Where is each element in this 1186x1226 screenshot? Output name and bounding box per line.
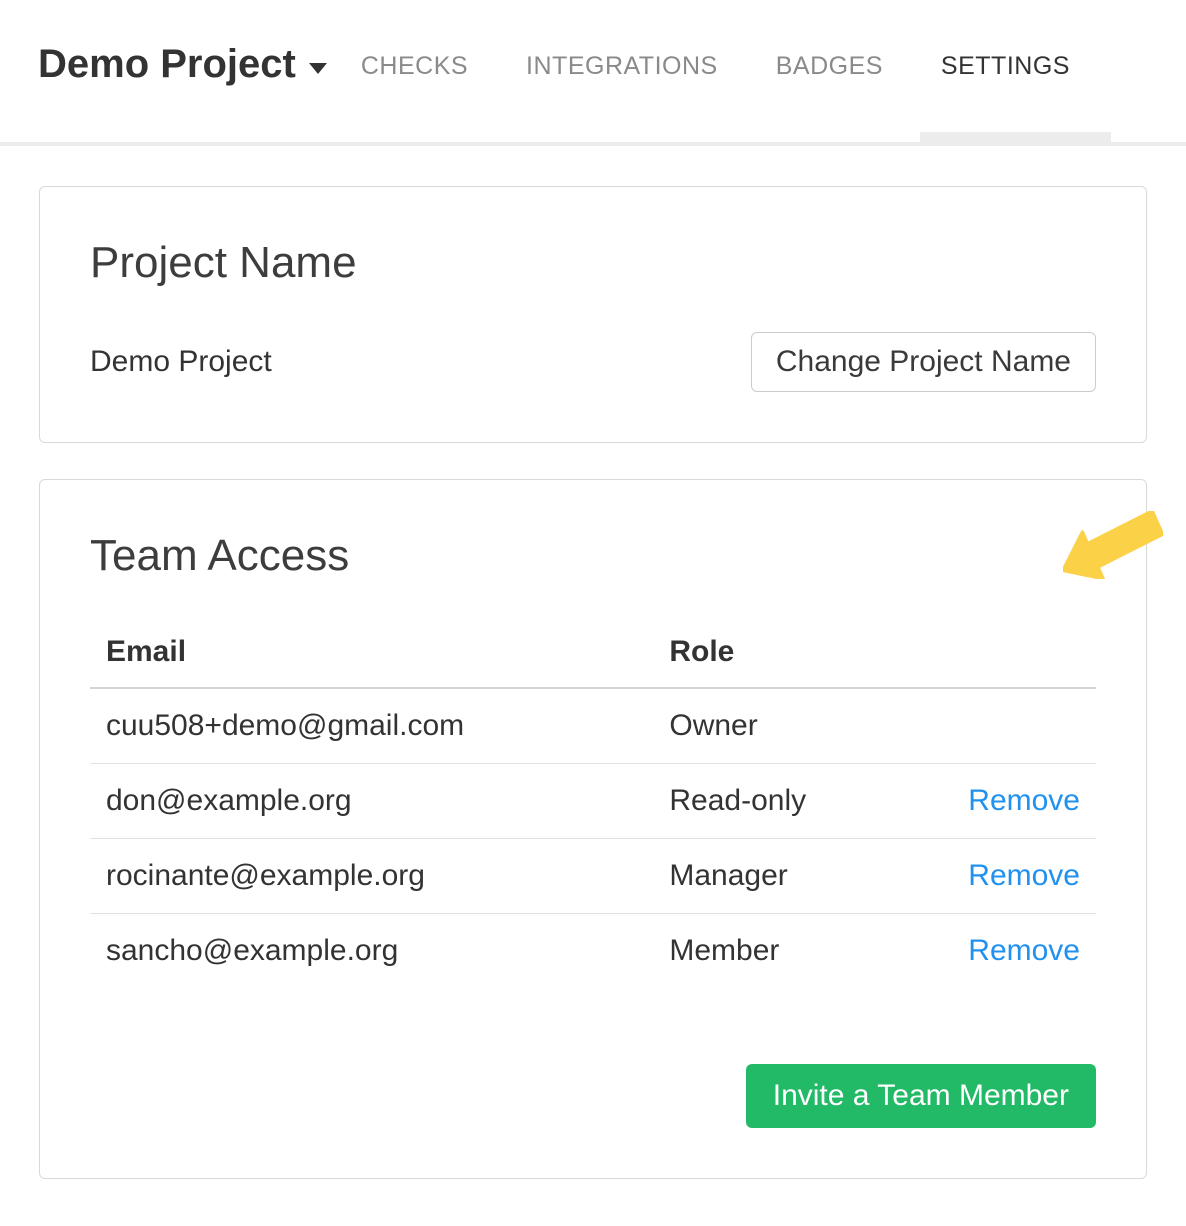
table-row: don@example.org Read-only Remove — [90, 764, 1096, 839]
project-name-row: Demo Project Change Project Name — [90, 332, 1096, 392]
email-cell: rocinante@example.org — [90, 839, 653, 914]
role-column-header: Role — [653, 623, 935, 688]
invite-row: Invite a Team Member — [90, 1064, 1096, 1128]
settings-content: Project Name Demo Project Change Project… — [0, 186, 1186, 1215]
project-name-card: Project Name Demo Project Change Project… — [39, 186, 1147, 443]
action-column-header — [935, 623, 1096, 688]
table-row: sancho@example.org Member Remove — [90, 914, 1096, 989]
table-header-row: Email Role — [90, 623, 1096, 688]
tab-checks[interactable]: CHECKS — [361, 52, 468, 81]
project-switcher-label: Demo Project — [38, 42, 296, 87]
settings-page: { "header": { "project_switcher": { "lab… — [0, 0, 1186, 1226]
table-row: cuu508+demo@gmail.com Owner — [90, 688, 1096, 764]
active-tab-indicator — [920, 132, 1111, 146]
change-project-name-button[interactable]: Change Project Name — [751, 332, 1096, 392]
team-members-table: Email Role cuu508+demo@gmail.com Owner d… — [90, 623, 1096, 988]
tab-integrations[interactable]: INTEGRATIONS — [526, 52, 718, 81]
remove-member-link[interactable]: Remove — [968, 784, 1080, 817]
remove-member-link[interactable]: Remove — [968, 859, 1080, 892]
project-switcher[interactable]: Demo Project — [38, 42, 327, 87]
role-cell: Member — [653, 914, 935, 989]
email-cell: don@example.org — [90, 764, 653, 839]
role-cell: Owner — [653, 688, 935, 764]
tab-settings[interactable]: SETTINGS — [941, 52, 1070, 81]
main-nav: CHECKS INTEGRATIONS BADGES SETTINGS — [361, 48, 1070, 81]
project-name-card-title: Project Name — [90, 237, 1096, 288]
team-access-card-title: Team Access — [90, 530, 1096, 581]
invite-team-member-button[interactable]: Invite a Team Member — [746, 1064, 1096, 1128]
header: Demo Project CHECKS INTEGRATIONS BADGES … — [0, 0, 1186, 146]
role-cell: Read-only — [653, 764, 935, 839]
tab-badges[interactable]: BADGES — [776, 52, 883, 81]
team-access-card: Team Access Email Role cuu508+demo@gmail… — [39, 479, 1147, 1179]
current-project-name: Demo Project — [90, 345, 272, 379]
action-cell — [935, 688, 1096, 764]
email-cell: cuu508+demo@gmail.com — [90, 688, 653, 764]
email-column-header: Email — [90, 623, 653, 688]
email-cell: sancho@example.org — [90, 914, 653, 989]
remove-member-link[interactable]: Remove — [968, 934, 1080, 967]
caret-down-icon — [309, 63, 327, 74]
table-row: rocinante@example.org Manager Remove — [90, 839, 1096, 914]
role-cell: Manager — [653, 839, 935, 914]
